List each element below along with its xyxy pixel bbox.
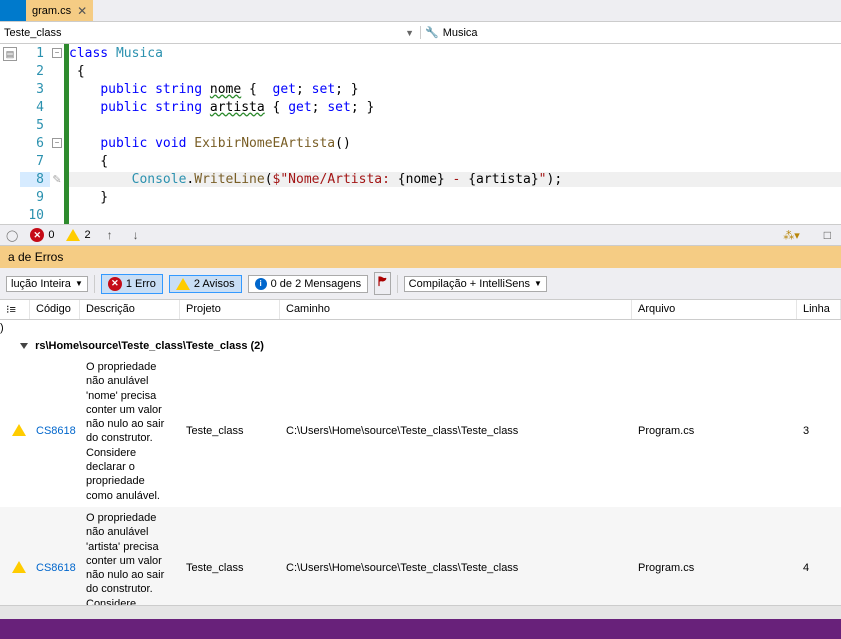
error-icon: ✕: [108, 277, 122, 291]
code-editor[interactable]: ▤ 1 − class Musica 2 { 3 public string n…: [0, 44, 841, 224]
error-path: C:\Users\Home\source\Teste_class\Teste_c…: [280, 423, 632, 439]
code-line[interactable]: public void ExibirNomeEArtista(): [69, 136, 841, 151]
error-file: Program.cs: [632, 423, 797, 439]
col-project[interactable]: Projeto: [180, 300, 280, 319]
scope-dropdown[interactable]: lução Inteira ▼: [6, 276, 88, 292]
code-line[interactable]: [69, 208, 841, 223]
error-code-link[interactable]: CS8618: [36, 425, 76, 437]
line-number: 2: [20, 64, 50, 79]
margin-glyph[interactable]: ▤: [3, 47, 17, 61]
code-line[interactable]: }: [69, 190, 841, 205]
error-line: 3: [797, 423, 841, 439]
table-row[interactable]: CS8618 O propriedade não anulável 'nome'…: [0, 356, 841, 507]
error-project: Teste_class: [180, 560, 280, 576]
chevron-down-icon: [20, 343, 28, 349]
line-number: 9: [20, 190, 50, 205]
group-row[interactable]: rs\Home\source\Teste_class\Teste_class (…: [0, 336, 841, 356]
table-header: ⁝≡ Código Descrição Projeto Caminho Arqu…: [0, 300, 841, 320]
warning-icon: [176, 278, 190, 290]
col-file[interactable]: Arquivo: [632, 300, 797, 319]
line-number: 7: [20, 154, 50, 169]
error-list-title: a de Erros: [0, 246, 841, 268]
breadcrumb: Teste_class ▼ 🔧 Musica: [0, 22, 841, 44]
line-number: 8: [20, 172, 50, 187]
line-number: 5: [20, 118, 50, 133]
brush-icon[interactable]: ✎: [52, 173, 61, 186]
messages-filter-button[interactable]: i 0 de 2 Mensagens: [248, 275, 369, 293]
chevron-down-icon: ▼: [534, 279, 542, 288]
breadcrumb-right-label: Musica: [443, 27, 478, 39]
fold-icon[interactable]: −: [52, 138, 62, 148]
table-row[interactable]: CS8618 O propriedade não anulável 'artis…: [0, 507, 841, 605]
code-line[interactable]: Console.WriteLine($"Nome/Artista: {nome}…: [69, 172, 841, 187]
code-line[interactable]: class Musica: [69, 46, 841, 61]
code-line[interactable]: {: [69, 64, 841, 79]
breadcrumb-left-label: Teste_class: [4, 27, 61, 39]
chevron-down-icon: ▼: [75, 279, 83, 288]
toggle-icon[interactable]: □: [820, 228, 835, 242]
info-icon: i: [255, 278, 267, 290]
editor-margin: ▤: [0, 44, 20, 224]
close-icon[interactable]: ✕: [77, 4, 87, 18]
filter-icon[interactable]: 🏲: [374, 272, 391, 295]
warning-icon: [12, 561, 26, 573]
window-status-bar: [0, 619, 841, 639]
prev-issue-button[interactable]: ↑: [103, 228, 117, 242]
col-icon[interactable]: ⁝≡: [0, 300, 30, 319]
error-file: Program.cs: [632, 560, 797, 576]
code-line[interactable]: public string artista { get; set; }: [69, 100, 841, 115]
tab-bar: gram.cs ✕: [0, 0, 841, 22]
cleanup-icon[interactable]: ⁂▾: [783, 229, 800, 242]
wrench-icon: 🔧: [425, 26, 439, 39]
horizontal-scrollbar[interactable]: [0, 605, 841, 619]
code-line[interactable]: [69, 118, 841, 133]
error-line: 4: [797, 560, 841, 576]
chevron-down-icon: ▼: [405, 28, 414, 38]
editor-status-bar: ◯ ✕0 2 ↑ ↓ ⁂▾ □: [0, 224, 841, 246]
error-count[interactable]: ✕0: [30, 228, 54, 242]
fold-icon[interactable]: −: [52, 48, 62, 58]
error-description: O propriedade não anulável 'artista' pre…: [80, 509, 180, 605]
line-number: 1: [20, 46, 50, 61]
issues-icon[interactable]: ◯: [6, 229, 18, 242]
file-tab[interactable]: gram.cs ✕: [26, 0, 93, 21]
error-description: O propriedade não anulável 'nome' precis…: [80, 358, 180, 505]
error-icon: ✕: [30, 228, 44, 242]
col-line[interactable]: Linha: [797, 300, 841, 319]
code-line[interactable]: public string nome { get; set; }: [69, 82, 841, 97]
tab-accent: [0, 0, 26, 21]
error-path: C:\Users\Home\source\Teste_class\Teste_c…: [280, 560, 632, 576]
next-issue-button[interactable]: ↓: [129, 228, 143, 242]
line-number: 3: [20, 82, 50, 97]
warning-icon: [66, 229, 80, 241]
error-list-table: ⁝≡ Código Descrição Projeto Caminho Arqu…: [0, 300, 841, 605]
line-number: 6: [20, 136, 50, 151]
error-list-toolbar: lução Inteira ▼ ✕ 1 Erro 2 Avisos i 0 de…: [0, 268, 841, 300]
line-number: 10: [20, 208, 50, 223]
editor-gutter: 1 − class Musica 2 { 3 public string nom…: [20, 44, 841, 224]
tab-filename: gram.cs: [32, 5, 71, 17]
col-description[interactable]: Descrição: [80, 300, 180, 319]
error-project: Teste_class: [180, 423, 280, 439]
warning-icon: [12, 424, 26, 436]
breadcrumb-namespace[interactable]: Teste_class ▼: [0, 27, 420, 39]
col-code[interactable]: Código: [30, 300, 80, 319]
line-number: 4: [20, 100, 50, 115]
col-path[interactable]: Caminho: [280, 300, 632, 319]
code-line[interactable]: {: [69, 154, 841, 169]
errors-filter-button[interactable]: ✕ 1 Erro: [101, 274, 163, 294]
warnings-filter-button[interactable]: 2 Avisos: [169, 275, 242, 293]
warning-count[interactable]: 2: [66, 229, 90, 241]
build-dropdown[interactable]: Compilação + IntelliSens ▼: [404, 276, 547, 292]
breadcrumb-member[interactable]: 🔧 Musica: [420, 26, 841, 39]
error-code-link[interactable]: CS8618: [36, 562, 76, 574]
